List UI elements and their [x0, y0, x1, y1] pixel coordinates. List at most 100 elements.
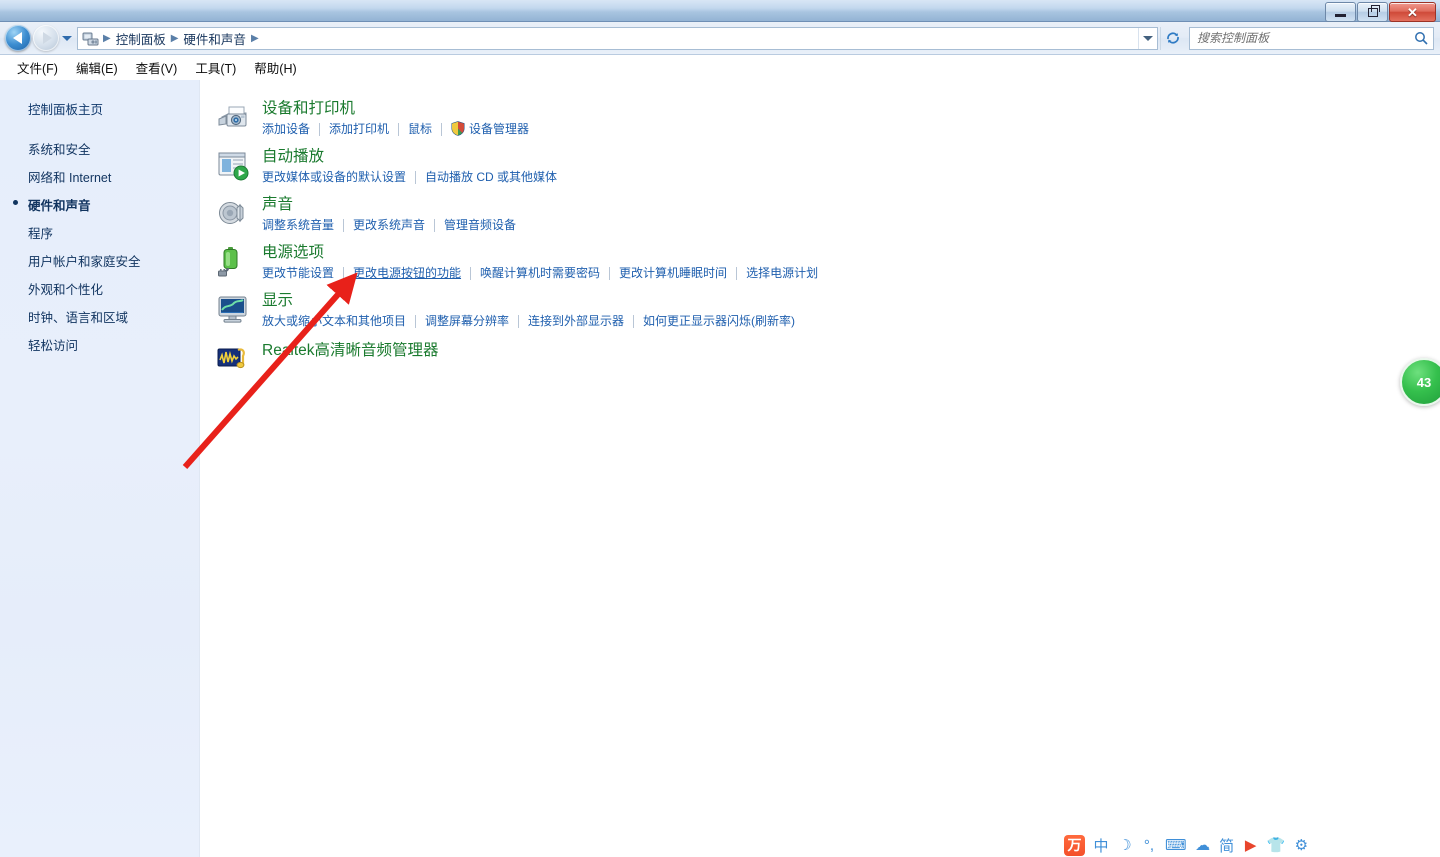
forward-button[interactable] — [33, 25, 59, 51]
category-link-0-1[interactable]: 添加打印机 — [329, 121, 389, 138]
category-1: 自动播放 更改媒体或设备的默认设置 自动播放 CD 或其他媒体 — [200, 146, 1440, 186]
category-link-2-0[interactable]: 调整系统音量 — [262, 217, 334, 234]
ime-video-icon[interactable]: ▶ — [1243, 836, 1259, 854]
main-content: 设备和打印机添加设备 添加打印机 鼠标 设备管理器 自动播放 更改媒体或设备的默认设置… — [200, 80, 1440, 857]
link-separator — [343, 219, 345, 232]
category-link-3-1[interactable]: 更改电源按钮的功能 — [353, 265, 461, 282]
category-link-0-3[interactable]: 设备管理器 — [451, 121, 529, 138]
breadcrumb-separator-1: ▶ — [170, 32, 179, 44]
category-link-3-3[interactable]: 更改计算机睡眠时间 — [619, 265, 727, 282]
menu-item-help[interactable]: 帮助(H) — [245, 55, 305, 80]
ime-skin-icon[interactable]: 👕 — [1267, 836, 1286, 854]
category-links: 调整系统音量 更改系统声音 管理音频设备 — [262, 217, 1440, 234]
sidebar-item-label: 硬件和声音 — [28, 198, 91, 213]
back-button[interactable] — [5, 25, 31, 51]
close-button[interactable]: ✕ — [1389, 2, 1436, 22]
sidebar-item-label: 时钟、语言和区域 — [28, 310, 129, 325]
chevron-down-icon — [62, 35, 72, 41]
sidebar-item-label: 轻松访问 — [28, 338, 79, 353]
search-box[interactable] — [1189, 26, 1434, 50]
category-links: 更改媒体或设备的默认设置 自动播放 CD 或其他媒体 — [262, 169, 1440, 186]
category-link-4-1[interactable]: 调整屏幕分辨率 — [425, 313, 509, 330]
sidebar-active-bullet-icon — [13, 200, 18, 205]
ime-punctuation-icon[interactable]: °, — [1141, 837, 1157, 854]
category-link-4-0[interactable]: 放大或缩小文本和其他项目 — [262, 313, 406, 330]
category-link-label: 鼠标 — [408, 122, 433, 136]
sidebar-item-4[interactable]: 用户帐户和家庭安全 — [0, 246, 199, 274]
link-separator — [398, 123, 400, 136]
breadcrumb-item-control-panel[interactable]: 控制面板 — [112, 29, 170, 48]
menu-item-view[interactable]: 查看(V) — [127, 55, 187, 80]
search-icon — [1415, 32, 1428, 45]
sidebar: 控制面板主页 系统和安全 网络和 Internet 硬件和声音程序用户帐户和家庭安全… — [0, 80, 200, 857]
printer-camera-icon — [216, 100, 250, 134]
category-title-link[interactable]: 电源选项 — [262, 242, 324, 264]
sidebar-item-control-panel-home[interactable]: 控制面板主页 — [0, 80, 199, 118]
maximize-button[interactable] — [1357, 2, 1388, 22]
title-bar: ✕ — [0, 0, 1440, 22]
category-link-0-0[interactable]: 添加设备 — [262, 121, 310, 138]
menu-item-edit[interactable]: 编辑(E) — [67, 55, 127, 80]
refresh-button[interactable] — [1160, 26, 1185, 50]
category-link-3-4[interactable]: 选择电源计划 — [746, 265, 818, 282]
sidebar-item-7[interactable]: 轻松访问 — [0, 330, 199, 358]
category-links: 放大或缩小文本和其他项目 调整屏幕分辨率 连接到外部显示器 如何更正显示器闪烁(刷新率… — [262, 313, 1440, 330]
recent-pages-dropdown-button[interactable] — [59, 25, 75, 51]
category-3: 电源选项 更改节能设置 更改电源按钮的功能 唤醒计算机时需要密码 更改计算机睡眠时间 选择… — [200, 242, 1440, 282]
search-input[interactable] — [1195, 30, 1414, 46]
category-link-label: 调整屏幕分辨率 — [425, 314, 510, 328]
sidebar-item-2[interactable]: 硬件和声音 — [0, 190, 199, 218]
category-link-2-2[interactable]: 管理音频设备 — [444, 217, 516, 234]
category-4: 显示 放大或缩小文本和其他项目 调整屏幕分辨率 连接到外部显示器 如何更正显示器闪烁(刷… — [200, 290, 1440, 330]
control-panel-icon — [82, 30, 100, 46]
category-link-3-0[interactable]: 更改节能设置 — [262, 265, 334, 282]
link-separator — [470, 267, 472, 280]
ime-simplified-icon[interactable]: 简 — [1219, 835, 1235, 856]
ime-logo-icon[interactable]: 万 — [1064, 834, 1085, 856]
category-link-label: 连接到外部显示器 — [528, 314, 625, 328]
category-link-2-1[interactable]: 更改系统声音 — [353, 217, 425, 234]
uac-shield-icon — [451, 121, 465, 136]
sidebar-item-3[interactable]: 程序 — [0, 218, 199, 246]
minimize-button[interactable] — [1325, 2, 1356, 22]
explorer-window: ✕ ▶ 控制面板 ▶ 硬件和声音 ▶ 搜索控制面板 文件(F) 编辑(E) 查看… — [0, 0, 1440, 857]
maximize-icon — [1367, 4, 1380, 17]
sidebar-item-6[interactable]: 时钟、语言和区域 — [0, 302, 199, 330]
sidebar-item-label: 程序 — [28, 226, 54, 241]
category-title-link[interactable]: 自动播放 — [262, 146, 324, 168]
category-5: Realtek高清晰音频管理器 — [200, 340, 1440, 369]
window-controls: ✕ — [1325, 2, 1436, 22]
link-separator — [518, 315, 520, 328]
sidebar-item-5[interactable]: 外观和个性化 — [0, 274, 199, 302]
category-link-label: 添加设备 — [262, 122, 311, 136]
menu-bar: 文件(F) 编辑(E) 查看(V) 工具(T) 帮助(H) — [0, 55, 1440, 80]
category-title-link[interactable]: Realtek高清晰音频管理器 — [262, 340, 439, 362]
menu-item-tools[interactable]: 工具(T) — [186, 55, 245, 80]
breadcrumb-history-button[interactable] — [1138, 27, 1157, 49]
category-title-link[interactable]: 设备和打印机 — [262, 98, 355, 120]
ime-cloud-icon[interactable]: ☁ — [1195, 836, 1211, 854]
ime-settings-icon[interactable]: ⚙ — [1293, 836, 1309, 854]
category-title-link[interactable]: 显示 — [262, 290, 293, 312]
category-link-3-2[interactable]: 唤醒计算机时需要密码 — [480, 265, 600, 282]
category-2: 声音 调整系统音量 更改系统声音 管理音频设备 — [200, 194, 1440, 234]
breadcrumb[interactable]: ▶ 控制面板 ▶ 硬件和声音 ▶ — [77, 26, 1158, 50]
breadcrumb-right-controls — [1138, 27, 1157, 49]
ime-moon-icon[interactable]: ☽ — [1117, 836, 1133, 854]
category-link-4-3[interactable]: 如何更正显示器闪烁(刷新率) — [643, 313, 795, 330]
category-link-1-0[interactable]: 更改媒体或设备的默认设置 — [262, 169, 406, 186]
ime-language-mode-icon[interactable]: 中 — [1093, 835, 1109, 856]
category-title-link[interactable]: 声音 — [262, 194, 293, 216]
link-separator — [609, 267, 611, 280]
floating-score-badge[interactable]: 43 — [1400, 358, 1440, 406]
ime-soft-keyboard-icon[interactable]: ⌨ — [1165, 836, 1187, 854]
menu-item-file[interactable]: 文件(F) — [8, 55, 67, 80]
sidebar-item-0[interactable]: 系统和安全 — [0, 134, 199, 162]
breadcrumb-item-hardware-and-sound[interactable]: 硬件和声音 — [179, 29, 250, 48]
category-link-label: 更改系统声音 — [353, 218, 426, 232]
category-link-4-2[interactable]: 连接到外部显示器 — [528, 313, 624, 330]
category-link-0-2[interactable]: 鼠标 — [408, 121, 432, 138]
category-link-1-1[interactable]: 自动播放 CD 或其他媒体 — [425, 169, 557, 186]
link-separator — [415, 171, 417, 184]
sidebar-item-1[interactable]: 网络和 Internet — [0, 162, 199, 190]
